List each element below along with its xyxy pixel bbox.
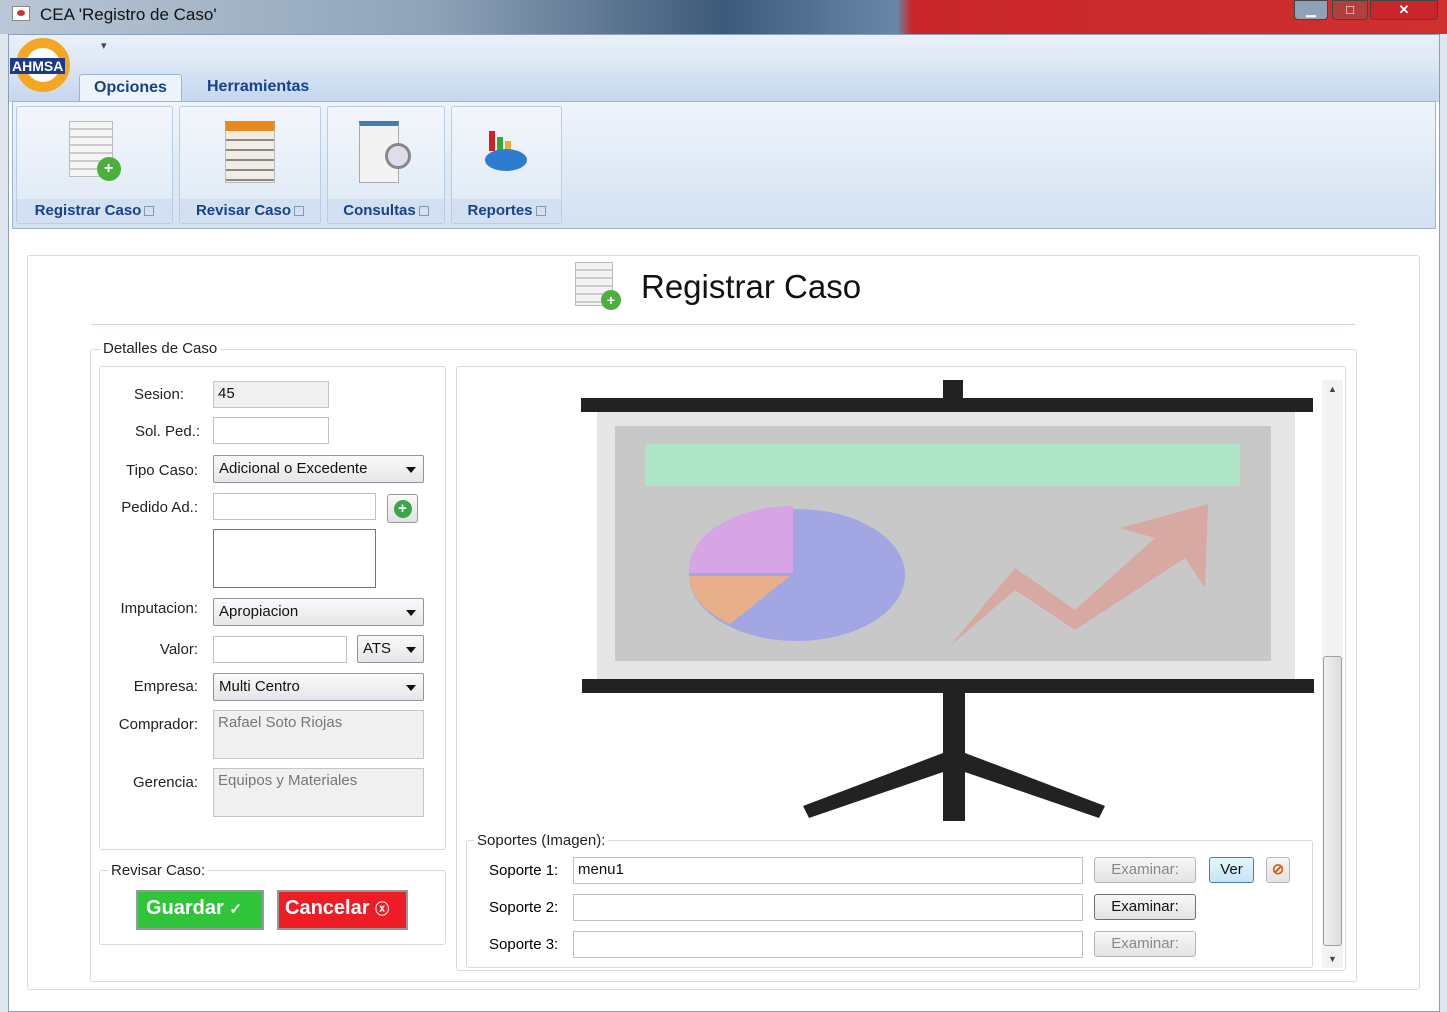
comprador-label: Comprador: — [118, 716, 198, 733]
gerencia-label: Gerencia: — [132, 774, 198, 791]
cancelar-label: Cancelar — [285, 897, 370, 919]
bottom-bar — [582, 679, 1314, 693]
ribbon-label: Consultas — [343, 202, 416, 219]
qat-dropdown-icon[interactable]: ▾ — [101, 39, 107, 52]
ribbon-label: Registrar Caso — [34, 202, 142, 219]
dialog-launcher-icon[interactable] — [535, 206, 546, 217]
moneda-value: ATS — [363, 640, 392, 657]
imputacion-value: Apropiacion — [219, 603, 299, 620]
solped-field[interactable] — [213, 417, 329, 444]
divider — [92, 324, 1355, 327]
chevron-down-icon — [406, 685, 416, 691]
sesion-field[interactable]: 45 — [213, 381, 329, 408]
search-document-icon — [359, 121, 413, 187]
close-circle-icon: ⓧ — [375, 901, 390, 917]
prohibited-icon: ⊘ — [1271, 861, 1285, 878]
chart-report-icon — [484, 131, 529, 181]
page-title-icon: + — [575, 262, 621, 310]
soportes-legend: Soportes (Imagen): — [474, 832, 609, 849]
ribbon-reportes[interactable]: Reportes — [451, 106, 562, 224]
ribbon-revisar-caso[interactable]: Revisar Caso — [179, 106, 321, 224]
app-icon — [12, 6, 30, 21]
soporte-3-field[interactable] — [573, 931, 1083, 958]
tipo-caso-label: Tipo Caso: — [126, 462, 198, 479]
detalles-legend: Detalles de Caso — [100, 340, 221, 357]
pedido-field[interactable] — [213, 493, 376, 520]
soporte-1-field[interactable]: menu1 — [573, 857, 1083, 884]
page-title: Registrar Caso — [641, 268, 862, 305]
add-pedido-button[interactable]: + — [387, 494, 418, 523]
presentation-image — [581, 380, 1314, 821]
moneda-select[interactable]: ATS — [357, 635, 424, 663]
scroll-up-icon[interactable]: ▲ — [1328, 384, 1337, 394]
ribbon-registrar-caso[interactable]: + Registrar Caso — [16, 106, 173, 224]
close-button[interactable]: ✕ — [1370, 0, 1438, 20]
tipo-caso-select[interactable]: Adicional o Excedente — [213, 455, 424, 483]
empresa-value: Multi Centro — [219, 678, 300, 695]
examinar-2-button[interactable]: Examinar: — [1094, 894, 1196, 920]
app-logo[interactable]: AHMSA — [10, 38, 74, 96]
chevron-down-icon — [406, 647, 416, 653]
cancelar-button[interactable]: Cancelar ⓧ — [277, 890, 408, 930]
valor-field[interactable] — [213, 636, 347, 663]
scrollbar[interactable]: ▲ ▼ — [1322, 380, 1343, 968]
plus-icon: + — [393, 500, 412, 518]
ribbon-consultas[interactable]: Consultas — [327, 106, 445, 224]
quick-access-toolbar: ▾ — [9, 35, 1439, 71]
title-bar: CEA 'Registro de Caso' ▁ □ ✕ — [0, 0, 1447, 34]
dialog-launcher-icon[interactable] — [144, 206, 155, 217]
revisar-legend: Revisar Caso: — [108, 862, 209, 879]
dialog-launcher-icon[interactable] — [418, 206, 429, 217]
scrollbar-thumb[interactable] — [1323, 656, 1342, 946]
maximize-button[interactable]: □ — [1332, 0, 1368, 20]
window-title: CEA 'Registro de Caso' — [40, 5, 217, 24]
review-document-icon — [225, 121, 275, 183]
empresa-select[interactable]: Multi Centro — [213, 673, 424, 701]
top-stem — [943, 380, 963, 402]
soporte-1-label: Soporte 1: — [489, 862, 559, 879]
soporte-2-label: Soporte 2: — [489, 899, 559, 916]
pedido-label: Pedido Ad.: — [121, 499, 198, 516]
remove-soporte-button[interactable]: ⊘ — [1266, 857, 1290, 883]
gerencia-field[interactable]: Equipos y Materiales — [213, 768, 424, 817]
valor-label: Valor: — [159, 641, 198, 658]
soporte-3-label: Soporte 3: — [489, 936, 559, 953]
minimize-button[interactable]: ▁ — [1294, 0, 1328, 20]
imputacion-label: Imputacion: — [120, 600, 198, 617]
guardar-label: Guardar — [146, 897, 224, 919]
examinar-1-button[interactable]: Examinar: — [1094, 857, 1196, 883]
tab-herramientas[interactable]: Herramientas — [193, 74, 323, 102]
ver-button[interactable]: Ver — [1209, 857, 1254, 883]
ribbon-label: Revisar Caso — [195, 202, 292, 219]
new-document-icon: + — [68, 121, 121, 181]
logo-text: AHMSA — [10, 58, 66, 74]
imputacion-select[interactable]: Apropiacion — [213, 598, 424, 626]
tipo-caso-value: Adicional o Excedente — [219, 460, 368, 477]
stand — [943, 691, 965, 821]
guardar-button[interactable]: Guardar ✓ — [136, 890, 264, 930]
comprador-field[interactable]: Rafael Soto Riojas — [213, 710, 424, 759]
examinar-3-button[interactable]: Examinar: — [1094, 931, 1196, 957]
dialog-launcher-icon[interactable] — [294, 206, 305, 217]
scroll-down-icon[interactable]: ▼ — [1328, 954, 1337, 964]
soporte-2-field[interactable] — [573, 894, 1083, 921]
tab-opciones[interactable]: Opciones — [79, 74, 182, 102]
chevron-down-icon — [406, 610, 416, 616]
ribbon-label: Reportes — [467, 202, 533, 219]
pedido-list[interactable] — [213, 529, 376, 588]
check-icon: ✓ — [229, 901, 242, 918]
header-bar — [645, 444, 1240, 486]
solped-label: Sol. Ped.: — [134, 423, 200, 440]
sesion-label: Sesion: — [133, 386, 184, 403]
chevron-down-icon — [406, 467, 416, 473]
empresa-label: Empresa: — [133, 678, 198, 695]
